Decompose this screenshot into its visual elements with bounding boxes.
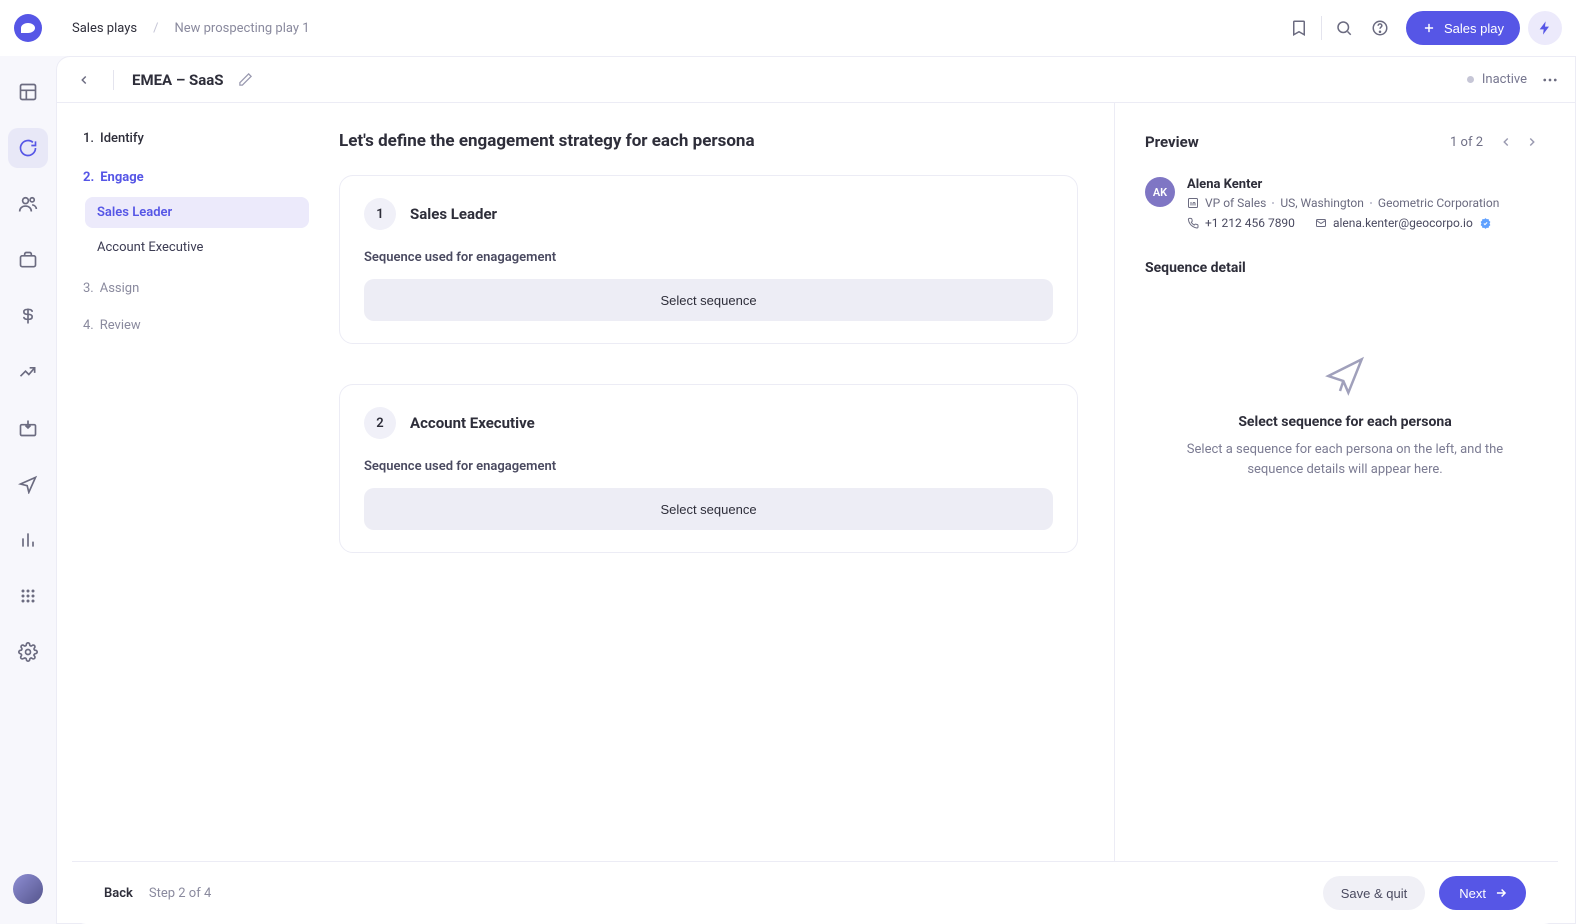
nav-trend-icon[interactable] (8, 352, 48, 392)
status-dot-icon (1467, 76, 1474, 83)
preview-count: 1 of 2 (1450, 135, 1483, 150)
contact-location: US, Washington (1280, 196, 1364, 210)
breadcrumb-current: New prospecting play 1 (174, 21, 309, 36)
preview-title: Preview (1145, 133, 1450, 151)
persona-num-1: 1 (364, 198, 396, 230)
contact-email: alena.kenter@geocorpo.io (1333, 216, 1473, 230)
sequence-label-1: Sequence used for enagagement (364, 250, 1053, 265)
footer-back-button[interactable]: Back (104, 886, 133, 901)
main-panel: EMEA – SaaS Inactive 1. Identify (56, 56, 1576, 924)
app-logo[interactable] (14, 14, 42, 42)
status-indicator: Inactive (1467, 72, 1527, 87)
user-avatar[interactable] (13, 874, 43, 904)
sales-play-label: Sales play (1444, 21, 1504, 36)
step-identify[interactable]: 1. Identify (75, 125, 309, 152)
steps-sidebar: 1. Identify 2. Engage Sales Leader Accou… (57, 103, 327, 923)
plus-icon (1422, 21, 1436, 35)
verified-icon (1479, 217, 1492, 230)
phone-icon (1187, 217, 1199, 229)
empty-description: Select a sequence for each persona on th… (1185, 440, 1505, 479)
contact-card: AK Alena Kenter VP of Sales US, Washingt… (1145, 177, 1545, 230)
contact-phone: +1 212 456 7890 (1205, 216, 1295, 230)
search-icon[interactable] (1326, 10, 1362, 46)
persona-card-1: 1 Sales Leader Sequence used for enagage… (339, 175, 1078, 344)
breadcrumb-sep: / (153, 21, 158, 36)
step-engage[interactable]: 2. Engage (75, 164, 309, 191)
center-heading: Let's define the engagement strategy for… (339, 131, 1078, 151)
sequence-detail-title: Sequence detail (1145, 260, 1545, 276)
new-sales-play-button[interactable]: Sales play (1406, 11, 1520, 45)
panel-title: EMEA – SaaS (132, 71, 224, 89)
persona-card-2: 2 Account Executive Sequence used for en… (339, 384, 1078, 553)
more-options-icon[interactable] (1541, 71, 1559, 89)
bookmark-icon[interactable] (1281, 10, 1317, 46)
preview-prev-icon[interactable] (1493, 129, 1519, 155)
footer-step-indicator: Step 2 of 4 (149, 886, 211, 901)
nav-bar-chart-icon[interactable] (8, 520, 48, 560)
next-label: Next (1459, 886, 1486, 901)
next-button[interactable]: Next (1439, 876, 1526, 910)
persona-num-2: 2 (364, 407, 396, 439)
preview-panel: Preview 1 of 2 AK Alena Kenter (1115, 103, 1575, 923)
select-sequence-button-1[interactable]: Select sequence (364, 279, 1053, 321)
back-chevron-icon[interactable] (73, 69, 95, 91)
paper-plane-icon (1325, 356, 1365, 396)
save-quit-button[interactable]: Save & quit (1323, 876, 1426, 910)
breadcrumb: Sales plays / New prospecting play 1 (72, 21, 310, 36)
contact-role: VP of Sales (1205, 196, 1266, 210)
nav-settings-icon[interactable] (8, 632, 48, 672)
step-assign[interactable]: 3. Assign (75, 275, 309, 302)
nav-briefcase-icon[interactable] (8, 240, 48, 280)
preview-next-icon[interactable] (1519, 129, 1545, 155)
empty-title: Select sequence for each persona (1238, 414, 1451, 430)
contact-name: Alena Kenter (1187, 177, 1545, 192)
step-review[interactable]: 4. Review (75, 312, 309, 339)
top-bar: Sales plays / New prospecting play 1 Sal… (0, 0, 1576, 56)
sequence-label-2: Sequence used for enagagement (364, 459, 1053, 474)
mail-icon (1315, 217, 1327, 229)
select-sequence-button-2[interactable]: Select sequence (364, 488, 1053, 530)
nav-people-icon[interactable] (8, 184, 48, 224)
nav-dashboard-icon[interactable] (8, 72, 48, 112)
edit-title-icon[interactable] (238, 72, 253, 87)
left-nav-rail (0, 56, 56, 924)
bolt-icon[interactable] (1528, 11, 1562, 45)
substep-account-executive[interactable]: Account Executive (85, 232, 309, 263)
breadcrumb-root[interactable]: Sales plays (72, 21, 137, 36)
linkedin-icon (1187, 197, 1199, 209)
help-icon[interactable] (1362, 10, 1398, 46)
footer-bar: Back Step 2 of 4 Save & quit Next (72, 861, 1558, 924)
substep-sales-leader[interactable]: Sales Leader (85, 197, 309, 228)
empty-state: Select sequence for each persona Select … (1145, 356, 1545, 479)
persona-title-1: Sales Leader (410, 205, 497, 223)
contact-avatar: AK (1145, 177, 1175, 207)
contact-company: Geometric Corporation (1378, 196, 1499, 210)
nav-send-icon[interactable] (8, 464, 48, 504)
nav-apps-icon[interactable] (8, 576, 48, 616)
persona-title-2: Account Executive (410, 414, 535, 432)
status-label: Inactive (1482, 72, 1527, 87)
center-content: Let's define the engagement strategy for… (327, 103, 1115, 923)
nav-incoming-icon[interactable] (8, 408, 48, 448)
panel-header: EMEA – SaaS Inactive (57, 57, 1575, 103)
nav-dollar-icon[interactable] (8, 296, 48, 336)
arrow-right-icon (1494, 886, 1508, 900)
nav-plays-icon[interactable] (8, 128, 48, 168)
